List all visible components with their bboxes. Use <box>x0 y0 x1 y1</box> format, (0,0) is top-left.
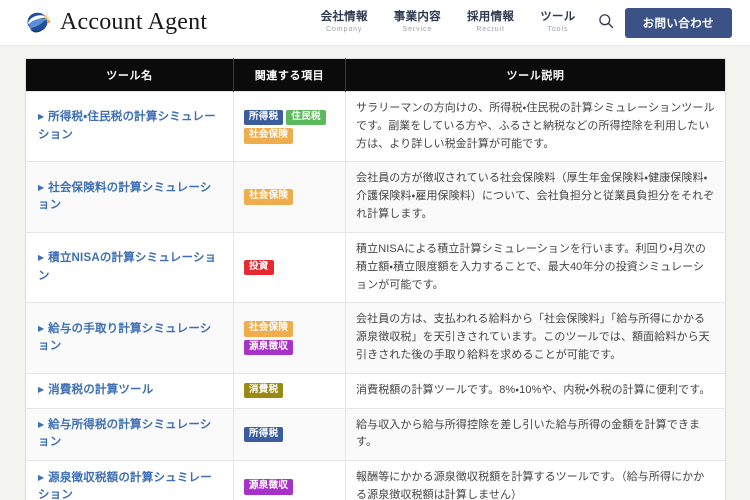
tool-name-cell: ▶ 社会保険料の計算シミュレーション <box>25 161 234 233</box>
tool-description-cell: 報酬等にかかる源泉徴収税額を計算するツールです。（給与所得にかかる源泉徴収税額は… <box>345 460 726 500</box>
tag-badge[interactable]: 源泉徴収 <box>244 339 294 355</box>
tag-list: 社会保険 源泉徴収 <box>244 321 335 355</box>
tool-tags-cell: 社会保険 <box>233 161 346 233</box>
caret-right-icon: ▶ <box>38 385 45 395</box>
caret-right-icon: ▶ <box>38 420 45 430</box>
tool-link[interactable]: 源泉徴収税額の計算シュミレーション <box>38 472 212 500</box>
tools-table: ツール名 関連する項目 ツール説明 ▶ 所得税・住民税の計算シミュレーション 所得… <box>25 58 726 500</box>
tool-name-cell: ▶ 給与所得税の計算シミュレーション <box>25 407 234 461</box>
tool-tags-cell: 社会保険 源泉徴収 <box>233 302 346 374</box>
site-header: Account Agent 会社情報 Company 事業内容 Service … <box>0 0 750 46</box>
tools-table-body: ▶ 所得税・住民税の計算シミュレーション 所得税 住民税 社会保険 サラリーマンの… <box>25 90 726 500</box>
tools-table-head: ツール名 関連する項目 ツール説明 <box>25 58 726 92</box>
tag-list: 所得税 住民税 社会保険 <box>244 109 335 144</box>
table-header-row: ツール名 関連する項目 ツール説明 <box>25 58 726 92</box>
primary-nav: 会社情報 Company 事業内容 Service 採用情報 Recruit ツ… <box>308 10 589 35</box>
tool-tags-cell: 所得税 <box>233 407 346 461</box>
tool-link[interactable]: 積立NISAの計算シミュレーション <box>38 252 216 281</box>
tag-list: 消費税 <box>244 382 335 399</box>
brand-title: Account Agent <box>60 9 208 35</box>
tool-tags-cell: 所得税 住民税 社会保険 <box>233 90 346 162</box>
column-header-tool-name: ツール名 <box>25 58 234 92</box>
tag-badge[interactable]: 社会保険 <box>244 128 294 144</box>
tag-badge[interactable]: 社会保険 <box>244 189 294 205</box>
nav-item-label-ja: 採用情報 <box>466 11 515 23</box>
tool-link[interactable]: 消費税の計算ツール <box>48 384 153 396</box>
tool-link[interactable]: 給与所得税の計算シミュレーション <box>38 419 212 448</box>
nav-item-label-en: Company <box>326 26 363 33</box>
tool-name-cell: ▶ 給与の手取り計算シミュレーション <box>25 302 234 374</box>
tag-badge[interactable]: 所得税 <box>244 426 284 443</box>
column-header-tags: 関連する項目 <box>233 58 346 92</box>
caret-right-icon: ▶ <box>38 323 45 333</box>
header-right: 会社情報 Company 事業内容 Service 採用情報 Recruit ツ… <box>308 7 732 38</box>
tool-description: 消費税額の計算ツールです。8%・10%や、内税・外税の計算に便利です。 <box>356 383 711 396</box>
main-content: ツール名 関連する項目 ツール説明 ▶ 所得税・住民税の計算シミュレーション 所得… <box>0 46 750 500</box>
tool-name-cell: ▶ 所得税・住民税の計算シミュレーション <box>25 90 234 162</box>
tool-description: 積立NISAによる積立計算シミュレーションを行います。利回り・月次の積立額・積立… <box>356 242 706 291</box>
tool-description-cell: 消費税額の計算ツールです。8%・10%や、内税・外税の計算に便利です。 <box>345 372 726 409</box>
table-row: ▶ 源泉徴収税額の計算シュミレーション 源泉徴収 報酬等にかかる源泉徴収税額を計算… <box>25 460 726 500</box>
caret-right-icon: ▶ <box>38 112 45 122</box>
caret-right-icon: ▶ <box>38 472 45 482</box>
nav-item-tools[interactable]: ツール Tools <box>527 10 588 35</box>
search-button[interactable] <box>591 8 621 38</box>
table-row: ▶ 給与の手取り計算シミュレーション 社会保険 源泉徴収 会社員の方は、支払われる… <box>25 302 726 374</box>
tool-description: 会社員の方は、支払われる給料から「社会保険料」「給与所得にかかる源泉徴収税」を天… <box>356 313 710 361</box>
tool-description: 給与収入から給与所得控除を差し引いた給与所得の金額を計算できます。 <box>356 418 701 449</box>
tool-description-cell: 積立NISAによる積立計算シミュレーションを行います。利回り・月次の積立額・積立… <box>345 231 726 303</box>
brand-home-link[interactable]: Account Agent <box>26 9 207 36</box>
nav-item-label-ja: 事業内容 <box>393 11 441 23</box>
tag-badge[interactable]: 消費税 <box>244 382 284 399</box>
tool-description: 会社員の方が徴収されている社会保険料（厚生年金保険料・健康保険料・介護保険料・雇… <box>356 172 715 221</box>
tool-description-cell: サラリーマンの方向けの、所得税・住民税の計算シミュレーションツールです。副業をし… <box>345 90 726 162</box>
tool-description-cell: 会社員の方は、支払われる給料から「社会保険料」「給与所得にかかる源泉徴収税」を天… <box>345 302 726 374</box>
nav-item-label-en: Service <box>402 26 433 33</box>
tool-description-cell: 給与収入から給与所得控除を差し引いた給与所得の金額を計算できます。 <box>345 407 726 461</box>
table-row: ▶ 社会保険料の計算シミュレーション 社会保険 会社員の方が徴収されている社会保険… <box>25 161 726 233</box>
tool-name-cell: ▶ 源泉徴収税額の計算シュミレーション <box>25 460 234 500</box>
tag-badge[interactable]: 投資 <box>244 259 274 276</box>
tag-list: 源泉徴収 <box>244 479 335 495</box>
tool-name-cell: ▶ 積立NISAの計算シミュレーション <box>25 231 234 303</box>
caret-right-icon: ▶ <box>38 182 45 192</box>
tool-tags-cell: 源泉徴収 <box>233 460 346 500</box>
tool-name-cell: ▶ 消費税の計算ツール <box>25 372 234 409</box>
tag-list: 社会保険 <box>244 189 335 205</box>
search-icon <box>598 13 614 32</box>
nav-item-service[interactable]: 事業内容 Service <box>381 10 454 35</box>
tool-link[interactable]: 社会保険料の計算シミュレーション <box>38 182 212 211</box>
tag-list: 所得税 <box>244 426 335 443</box>
nav-item-label-ja: 会社情報 <box>320 11 368 23</box>
nav-item-label-en: Recruit <box>476 26 505 33</box>
tool-description: 報酬等にかかる源泉徴収税額を計算するツールです。（給与所得にかかる源泉徴収税額は… <box>356 471 705 500</box>
tool-tags-cell: 消費税 <box>233 372 346 409</box>
nav-item-label-en: Tools <box>547 26 569 33</box>
table-row: ▶ 給与所得税の計算シミュレーション 所得税 給与収入から給与所得控除を差し引いた… <box>25 407 726 461</box>
nav-item-company[interactable]: 会社情報 Company <box>308 10 381 35</box>
tool-description-cell: 会社員の方が徴収されている社会保険料（厚生年金保険料・健康保険料・介護保険料・雇… <box>345 161 726 233</box>
globe-swoosh-logo-icon <box>26 10 52 36</box>
tag-badge[interactable]: 所得税 <box>244 109 284 126</box>
tool-link[interactable]: 所得税・住民税の計算シミュレーション <box>38 111 216 140</box>
tool-description: サラリーマンの方向けの、所得税・住民税の計算シミュレーションツールです。副業をし… <box>356 102 715 150</box>
column-header-description: ツール説明 <box>345 58 726 92</box>
tag-badge[interactable]: 源泉徴収 <box>244 479 294 495</box>
table-row: ▶ 積立NISAの計算シミュレーション 投資 積立NISAによる積立計算シミュレー… <box>25 231 726 303</box>
nav-item-recruit[interactable]: 採用情報 Recruit <box>454 10 527 35</box>
nav-item-label-ja: ツール <box>540 11 576 23</box>
table-row: ▶ 所得税・住民税の計算シミュレーション 所得税 住民税 社会保険 サラリーマンの… <box>25 90 726 162</box>
tag-badge[interactable]: 住民税 <box>286 109 326 126</box>
tool-link[interactable]: 給与の手取り計算シミュレーション <box>38 323 212 352</box>
contact-button[interactable]: お問い合わせ <box>624 7 732 38</box>
tag-list: 投資 <box>244 259 335 276</box>
tag-badge[interactable]: 社会保険 <box>244 321 294 337</box>
tool-tags-cell: 投資 <box>233 231 346 303</box>
table-row: ▶ 消費税の計算ツール 消費税 消費税額の計算ツールです。8%・10%や、内税・外… <box>25 372 726 409</box>
caret-right-icon: ▶ <box>38 253 45 263</box>
